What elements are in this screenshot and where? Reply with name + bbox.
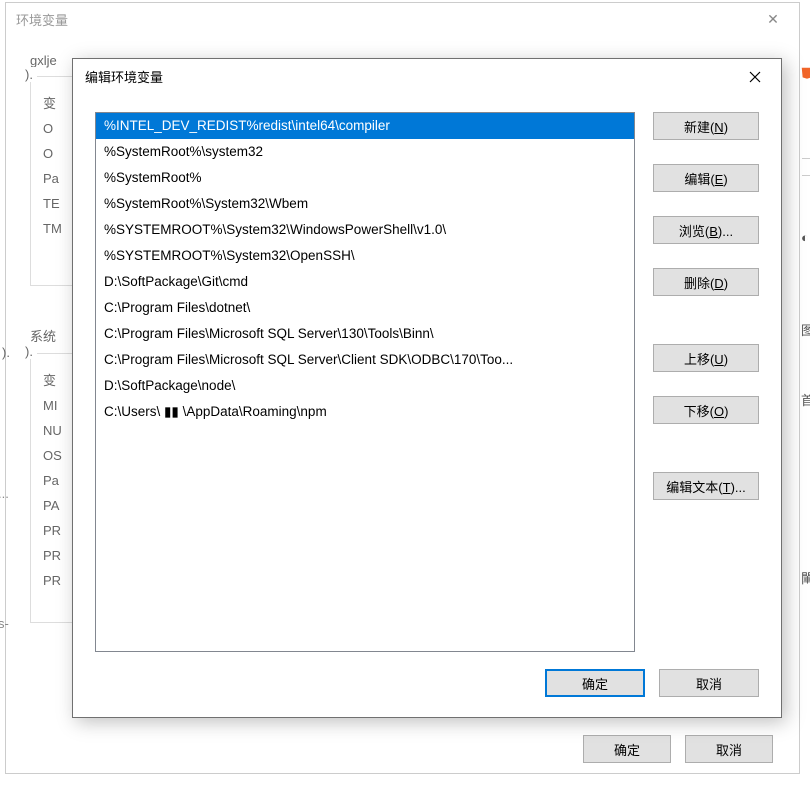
edit-titlebar: 编辑环境变量 — [73, 59, 781, 94]
left-frag: ). — [2, 345, 10, 360]
side-buttons: 新建(N) 编辑(E) 浏览(B)... 删除(D) — [653, 112, 759, 659]
edit-button[interactable]: 编辑(E) — [653, 164, 759, 192]
list-item[interactable]: %INTEL_DEV_REDIST%redist\intel64\compile… — [96, 113, 634, 139]
list-item[interactable]: C:\Program Files\Microsoft SQL Server\Cl… — [96, 347, 634, 373]
list-item[interactable]: C:\Program Files\dotnet\ — [96, 295, 634, 321]
list-item[interactable]: %SystemRoot% — [96, 165, 634, 191]
list-item[interactable]: D:\SoftPackage\node\ — [96, 373, 634, 399]
right-frag — [802, 158, 810, 176]
list-item[interactable]: C:\Users\ ▮▮ \AppData\Roaming\npm — [96, 399, 634, 425]
list-item[interactable]: %SYSTEMROOT%\System32\OpenSSH\ — [96, 243, 634, 269]
ok-button[interactable]: 确定 — [545, 669, 645, 697]
close-icon[interactable] — [733, 61, 777, 93]
system-group-label: ). — [21, 344, 37, 359]
right-frag: 閳 — [801, 568, 810, 587]
close-icon[interactable]: ✕ — [753, 5, 793, 33]
edit-text-button[interactable]: 编辑文本(T)... — [653, 472, 759, 500]
browse-button[interactable]: 浏览(B)... — [653, 216, 759, 244]
left-frag: ... — [0, 486, 12, 501]
left-frag: s- — [0, 616, 12, 631]
right-icon — [800, 66, 810, 83]
env-vars-title: 环境变量 — [16, 10, 68, 29]
move-up-button[interactable]: 上移(U) — [653, 344, 759, 372]
user-group-label: ). — [21, 67, 37, 82]
path-listbox[interactable]: %INTEL_DEV_REDIST%redist\intel64\compile… — [95, 112, 635, 652]
new-button[interactable]: 新建(N) — [653, 112, 759, 140]
list-item[interactable]: %SYSTEMROOT%\System32\WindowsPowerShell\… — [96, 217, 634, 243]
list-item[interactable]: %SystemRoot%\system32 — [96, 139, 634, 165]
cancel-button[interactable]: 取消 — [685, 735, 773, 763]
right-frag: ◐ — [801, 230, 810, 245]
move-down-button[interactable]: 下移(O) — [653, 396, 759, 424]
edit-env-var-dialog: 编辑环境变量 %INTEL_DEV_REDIST%redist\intel64\… — [72, 58, 782, 718]
list-item[interactable]: C:\Program Files\Microsoft SQL Server\13… — [96, 321, 634, 347]
right-frag: 首 — [801, 390, 810, 409]
cancel-button[interactable]: 取消 — [659, 669, 759, 697]
list-item[interactable]: %SystemRoot%\System32\Wbem — [96, 191, 634, 217]
right-frag: 图 — [801, 320, 810, 339]
env-vars-titlebar: 环境变量 ✕ — [6, 3, 799, 35]
ok-button[interactable]: 确定 — [583, 735, 671, 763]
edit-title: 编辑环境变量 — [85, 67, 163, 86]
list-item[interactable]: D:\SoftPackage\Git\cmd — [96, 269, 634, 295]
delete-button[interactable]: 删除(D) — [653, 268, 759, 296]
